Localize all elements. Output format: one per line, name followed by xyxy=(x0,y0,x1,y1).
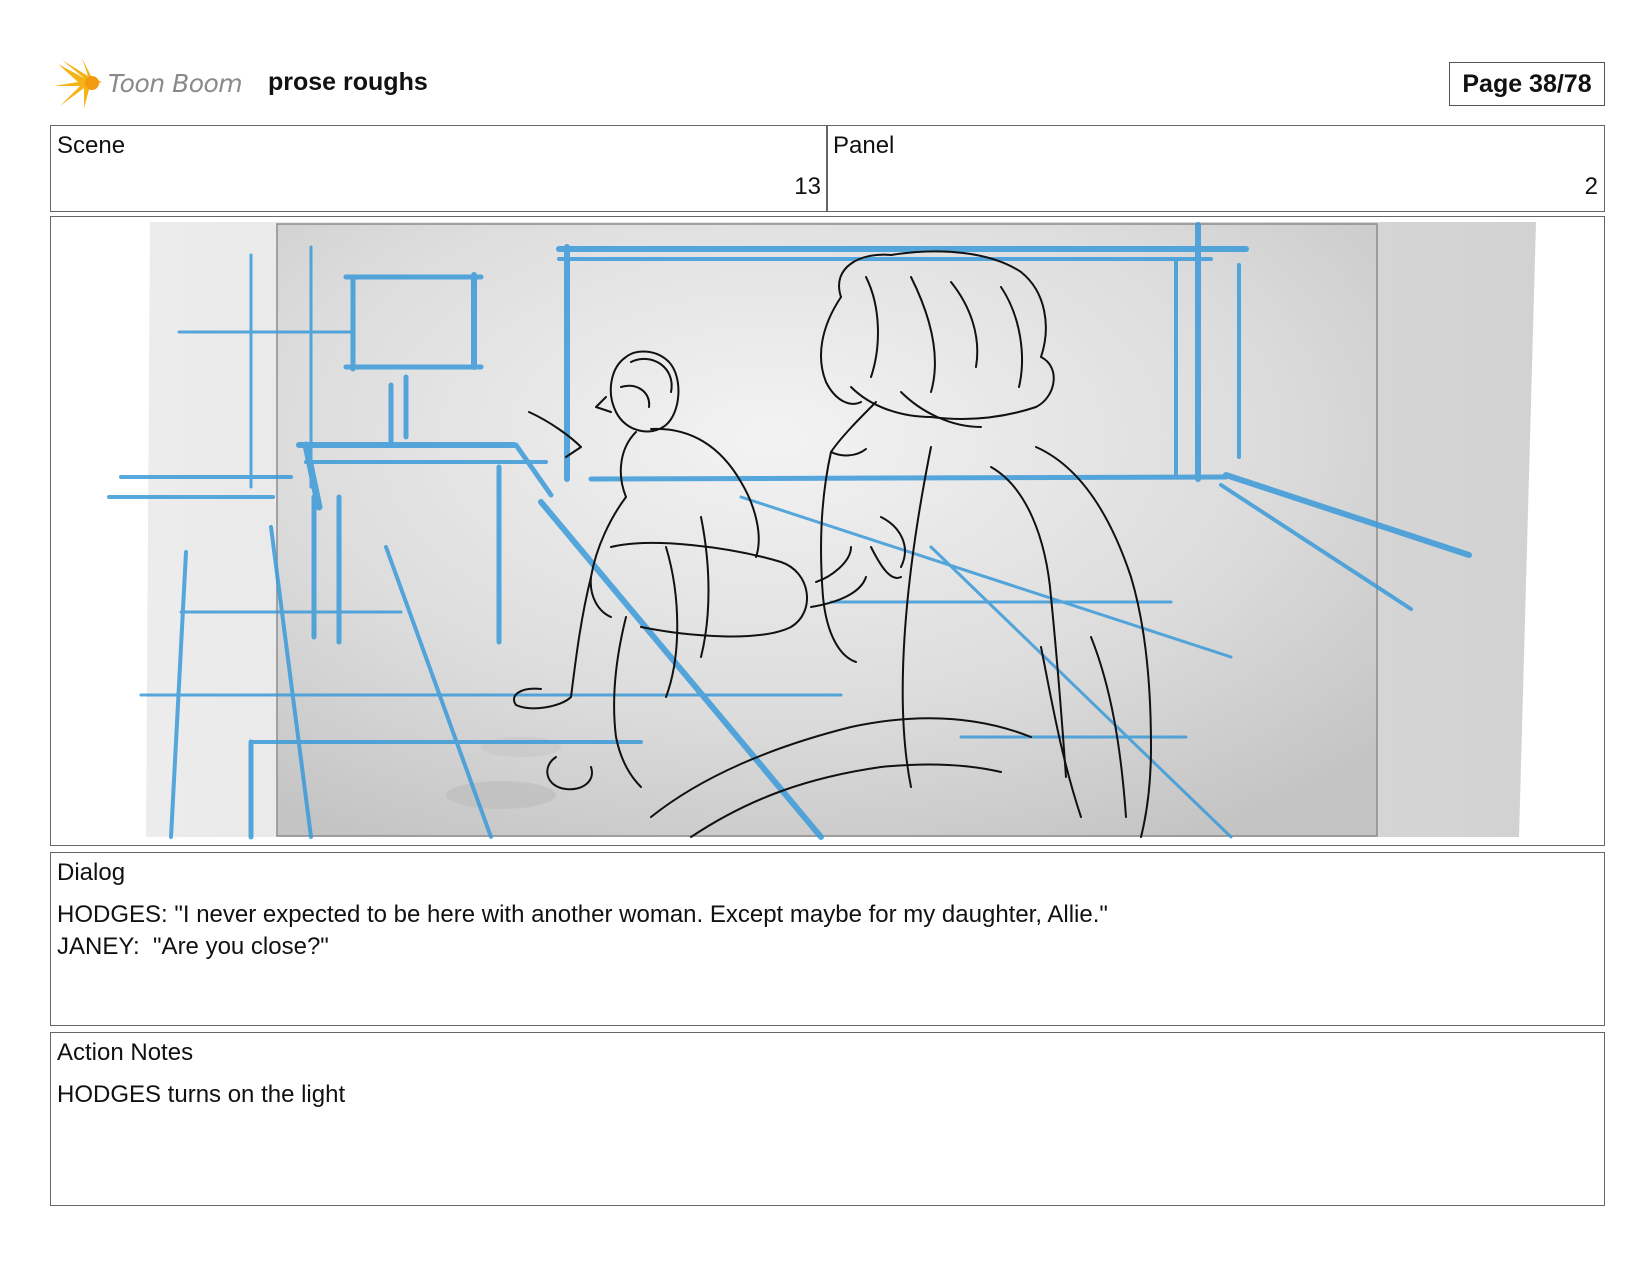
page-indicator: Page 38/78 xyxy=(1449,62,1605,106)
panel-label: Panel xyxy=(833,132,895,159)
dialog-text: HODGES: "I never expected to be here wit… xyxy=(57,899,1108,963)
scene-field: Scene 13 xyxy=(50,125,828,212)
action-notes-text: HODGES turns on the light xyxy=(57,1079,345,1111)
toon-boom-logo: Toon Boom xyxy=(54,56,243,110)
action-notes-label: Action Notes xyxy=(57,1039,194,1066)
panel-number: 2 xyxy=(1584,173,1598,200)
logo-text: Toon Boom xyxy=(108,68,243,98)
starburst-logo-icon xyxy=(54,58,102,108)
dialog-field: Dialog HODGES: "I never expected to be h… xyxy=(50,852,1605,1026)
dialog-label: Dialog xyxy=(57,859,126,886)
scene-label: Scene xyxy=(57,132,126,159)
project-title: prose roughs xyxy=(268,68,428,96)
storyboard-panel-image xyxy=(50,216,1605,846)
panel-field: Panel 2 xyxy=(826,125,1605,212)
action-notes-field: Action Notes HODGES turns on the light xyxy=(50,1032,1605,1206)
storyboard-sketch xyxy=(107,222,1536,840)
scene-number: 13 xyxy=(794,173,821,200)
action-note-line: HODGES turns on the light xyxy=(57,1081,346,1108)
dialog-line: HODGES: "I never expected to be here wit… xyxy=(57,901,1108,928)
dialog-line: JANEY: "Are you close?" xyxy=(57,933,329,960)
